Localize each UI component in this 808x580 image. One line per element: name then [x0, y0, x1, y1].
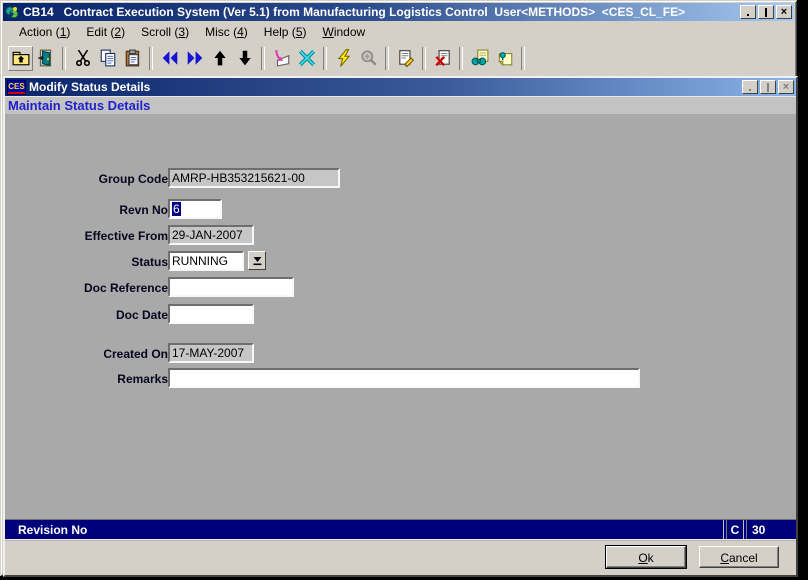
toolbar-delete-record-button[interactable]	[430, 46, 455, 71]
menu-help[interactable]: Help (5)	[256, 23, 315, 41]
group-code-field[interactable]: AMRP-HB353215621-00	[168, 168, 340, 188]
status-dropdown-button[interactable]	[248, 251, 266, 270]
toolbar-edit-record-button[interactable]	[393, 46, 418, 71]
binoculars-note-icon	[471, 49, 489, 67]
menu-window[interactable]: Window	[315, 23, 374, 41]
form-heading-strip: Maintain Status Details	[5, 96, 796, 114]
zoom-magnifier-icon	[360, 49, 378, 67]
application-window: CB14 Contract Execution System (Ver 5.1)…	[0, 0, 797, 576]
exit-door-icon	[37, 49, 55, 67]
cancel-query-x-icon	[298, 49, 316, 67]
toolbar-separator	[261, 47, 265, 70]
status-label: Status	[5, 255, 168, 269]
group-code-label: Group Code	[5, 172, 168, 186]
toolbar-separator	[385, 47, 389, 70]
doc-date-field[interactable]	[168, 304, 254, 324]
selected-text: 6	[172, 202, 181, 216]
double-right-arrow-icon	[186, 49, 204, 67]
close-icon: ×	[781, 7, 787, 17]
maximize-icon	[767, 83, 769, 92]
toolbar-next-record-button[interactable]	[232, 46, 257, 71]
minimize-icon	[747, 14, 749, 16]
ok-button[interactable]: Ok	[606, 546, 686, 568]
copy-icon	[99, 49, 117, 67]
app-icon	[5, 5, 20, 20]
up-arrow-icon	[211, 49, 229, 67]
toolbar-scroll-left-button[interactable]	[157, 46, 182, 71]
menu-bar: Action (1) Edit (2) Scroll (3) Misc (4) …	[3, 22, 794, 42]
toolbar-pin-note-button[interactable]	[492, 46, 517, 71]
toolbar-scroll-right-button[interactable]	[182, 46, 207, 71]
pin-note-icon	[496, 49, 514, 67]
record-count: 30	[747, 523, 796, 537]
modify-status-details-window: CES Modify Status Details × Maintain Sta…	[3, 76, 798, 577]
folder-up-icon	[12, 49, 30, 67]
toolbar-separator	[149, 47, 153, 70]
created-on-field[interactable]: 17-MAY-2007	[168, 343, 254, 363]
title-bar: CB14 Contract Execution System (Ver 5.1)…	[3, 3, 794, 21]
child-close-button[interactable]: ×	[778, 80, 794, 94]
effective-from-field[interactable]: 29-JAN-2007	[168, 225, 254, 245]
toolbar-cut-button[interactable]	[70, 46, 95, 71]
toolbar-paste-button[interactable]	[120, 46, 145, 71]
doc-reference-field[interactable]	[168, 277, 294, 297]
ces-icon: CES	[7, 80, 26, 95]
maximize-icon	[765, 8, 767, 17]
status-message: Revision No	[5, 523, 723, 537]
edit-record-icon	[397, 49, 415, 67]
cancel-button[interactable]: Cancel	[699, 546, 779, 568]
menu-misc[interactable]: Misc (4)	[197, 23, 256, 41]
toolbar-separator	[323, 47, 327, 70]
minimize-button[interactable]	[740, 5, 756, 19]
maximize-button[interactable]	[758, 5, 774, 19]
status-bar: Revision No C 30	[5, 519, 796, 540]
close-button[interactable]: ×	[776, 5, 792, 19]
form-canvas: Group Code AMRP-HB353215621-00 Revn No 6…	[5, 114, 796, 519]
toolbar-execute-button[interactable]	[331, 46, 356, 71]
toolbar	[3, 42, 794, 74]
menu-scroll[interactable]: Scroll (3)	[133, 23, 197, 41]
child-window-title: Modify Status Details	[29, 78, 739, 96]
toolbar-previous-record-button[interactable]	[207, 46, 232, 71]
button-strip: Ok Cancel	[5, 540, 796, 575]
close-icon: ×	[783, 82, 789, 92]
child-title-bar: CES Modify Status Details ×	[5, 78, 796, 96]
execute-lightning-icon	[335, 49, 353, 67]
toolbar-separator	[62, 47, 66, 70]
window-title: CB14 Contract Execution System (Ver 5.1)…	[23, 3, 737, 21]
cut-scissors-icon	[74, 49, 92, 67]
toolbar-enter-query-button[interactable]	[269, 46, 294, 71]
toolbar-separator	[459, 47, 463, 70]
menu-action[interactable]: Action (1)	[11, 23, 78, 41]
toolbar-cancel-query-button[interactable]	[294, 46, 319, 71]
toolbar-find-note-button[interactable]	[467, 46, 492, 71]
toolbar-folder-up-button[interactable]	[8, 46, 33, 71]
status-flag: C	[727, 523, 743, 537]
down-arrow-icon	[236, 49, 254, 67]
enter-query-icon	[273, 49, 291, 67]
revn-no-field[interactable]: 6	[168, 199, 222, 219]
toolbar-exit-door-button[interactable]	[33, 46, 58, 71]
dropdown-arrow-icon	[252, 255, 263, 266]
doc-reference-label: Doc Reference	[5, 281, 168, 295]
minimize-icon	[749, 89, 751, 91]
page-title: Maintain Status Details	[8, 98, 150, 113]
double-left-arrow-icon	[161, 49, 179, 67]
effective-from-label: Effective From	[5, 229, 168, 243]
toolbar-zoom-button[interactable]	[356, 46, 381, 71]
remarks-label: Remarks	[5, 372, 168, 386]
paste-icon	[124, 49, 142, 67]
revn-no-label: Revn No	[5, 203, 168, 217]
created-on-label: Created On	[5, 347, 168, 361]
child-maximize-button[interactable]	[760, 80, 776, 94]
doc-date-label: Doc Date	[5, 308, 168, 322]
delete-record-icon	[434, 49, 452, 67]
menu-edit[interactable]: Edit (2)	[78, 23, 133, 41]
status-field[interactable]: RUNNING	[168, 251, 244, 271]
toolbar-separator	[422, 47, 426, 70]
toolbar-copy-button[interactable]	[95, 46, 120, 71]
remarks-field[interactable]	[168, 368, 640, 388]
child-minimize-button[interactable]	[742, 80, 758, 94]
toolbar-separator	[521, 47, 525, 70]
